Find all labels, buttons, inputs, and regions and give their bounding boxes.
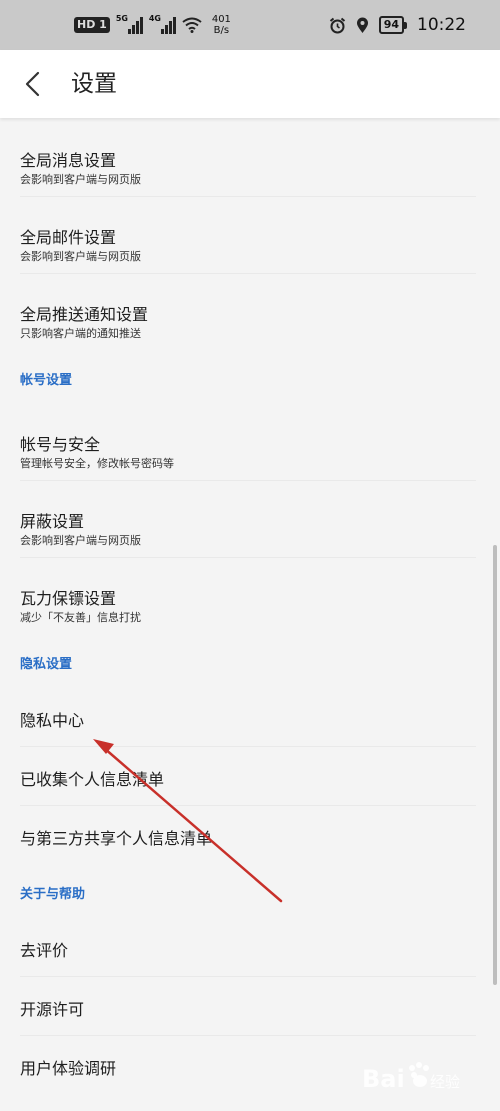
net-speed-unit: B/s — [213, 25, 230, 36]
signal-4g-icon: 4G — [148, 14, 176, 34]
item-subtitle: 会影响到客户端与网页版 — [20, 534, 141, 547]
status-time: 10:22 — [417, 15, 466, 35]
item-subtitle: 管理帐号安全，修改帐号密码等 — [20, 457, 174, 470]
status-left-group: HD 1 5G 4G 401 B/s — [74, 14, 231, 36]
collected-info-list-item[interactable]: 已收集个人信息清单 — [20, 747, 476, 806]
item-title: 瓦力保镖设置 — [20, 589, 117, 608]
rate-app-item[interactable]: 去评价 — [20, 918, 476, 977]
privacy-center-item[interactable]: 隐私中心 — [20, 688, 476, 747]
section-title: 隐私设置 — [20, 657, 73, 672]
item-title: 全局邮件设置 — [20, 228, 117, 247]
section-about: 关于与帮助 — [20, 864, 500, 918]
section-title: 关于与帮助 — [20, 887, 86, 902]
item-subtitle: 只影响客户端的通知推送 — [20, 327, 141, 340]
global-message-settings-item[interactable]: 全局消息设置 会影响到客户端与网页版 — [20, 120, 476, 197]
item-title: 隐私中心 — [20, 711, 85, 730]
net-speed-value: 401 — [211, 14, 231, 25]
open-source-license-item[interactable]: 开源许可 — [20, 977, 476, 1036]
location-pin-icon — [356, 17, 368, 33]
back-arrow-icon[interactable] — [18, 68, 50, 100]
item-title: 用户体验调研 — [20, 1059, 117, 1078]
section-privacy: 隐私设置 — [20, 634, 500, 688]
item-subtitle: 减少「不友善」信息打扰 — [20, 611, 141, 624]
item-title: 开源许可 — [20, 1000, 85, 1019]
page-title: 设置 — [71, 71, 117, 97]
settings-list: 全局消息设置 会影响到客户端与网页版 全局邮件设置 会影响到客户端与网页版 全局… — [0, 120, 500, 1094]
status-bar: HD 1 5G 4G 401 B/s 94 10:22 — [0, 0, 500, 50]
section-title: 帐号设置 — [20, 373, 73, 388]
battery-icon: 94 — [378, 16, 407, 34]
block-settings-item[interactable]: 屏蔽设置 会影响到客户端与网页版 — [20, 481, 476, 558]
alarm-clock-icon — [329, 17, 345, 33]
app-bar: 设置 — [0, 50, 500, 118]
item-subtitle: 会影响到客户端与网页版 — [20, 173, 141, 186]
bodyguard-settings-item[interactable]: 瓦力保镖设置 减少「不友善」信息打扰 — [20, 558, 476, 634]
item-title: 已收集个人信息清单 — [20, 770, 165, 789]
signal-4g-label: 4G — [148, 14, 161, 23]
section-account: 帐号设置 — [20, 350, 500, 404]
global-push-settings-item[interactable]: 全局推送通知设置 只影响客户端的通知推送 — [20, 274, 476, 350]
hd-badge: HD 1 — [74, 17, 110, 33]
status-right-group: 94 10:22 — [329, 13, 466, 37]
net-speed: 401 B/s — [212, 14, 231, 36]
item-title: 与第三方共享个人信息清单 — [20, 829, 213, 848]
wifi-icon — [182, 17, 202, 33]
signal-5g-icon: 5G — [115, 14, 143, 34]
scrollbar[interactable] — [493, 545, 497, 985]
svg-text:Bai: Bai — [362, 1065, 405, 1093]
item-title: 全局推送通知设置 — [20, 305, 149, 324]
baidu-watermark-icon: Bai 经验 — [362, 1062, 460, 1093]
global-mail-settings-item[interactable]: 全局邮件设置 会影响到客户端与网页版 — [20, 197, 476, 274]
item-title: 全局消息设置 — [20, 151, 117, 170]
signal-5g-label: 5G — [115, 14, 128, 23]
account-security-item[interactable]: 帐号与安全 管理帐号安全，修改帐号密码等 — [20, 404, 476, 481]
item-title: 去评价 — [20, 941, 69, 960]
third-party-info-list-item[interactable]: 与第三方共享个人信息清单 — [20, 806, 476, 864]
item-title: 帐号与安全 — [20, 435, 101, 454]
item-subtitle: 会影响到客户端与网页版 — [20, 250, 141, 263]
svg-text:经验: 经验 — [430, 1073, 460, 1091]
battery-level: 94 — [378, 16, 404, 34]
item-title: 屏蔽设置 — [20, 512, 85, 531]
